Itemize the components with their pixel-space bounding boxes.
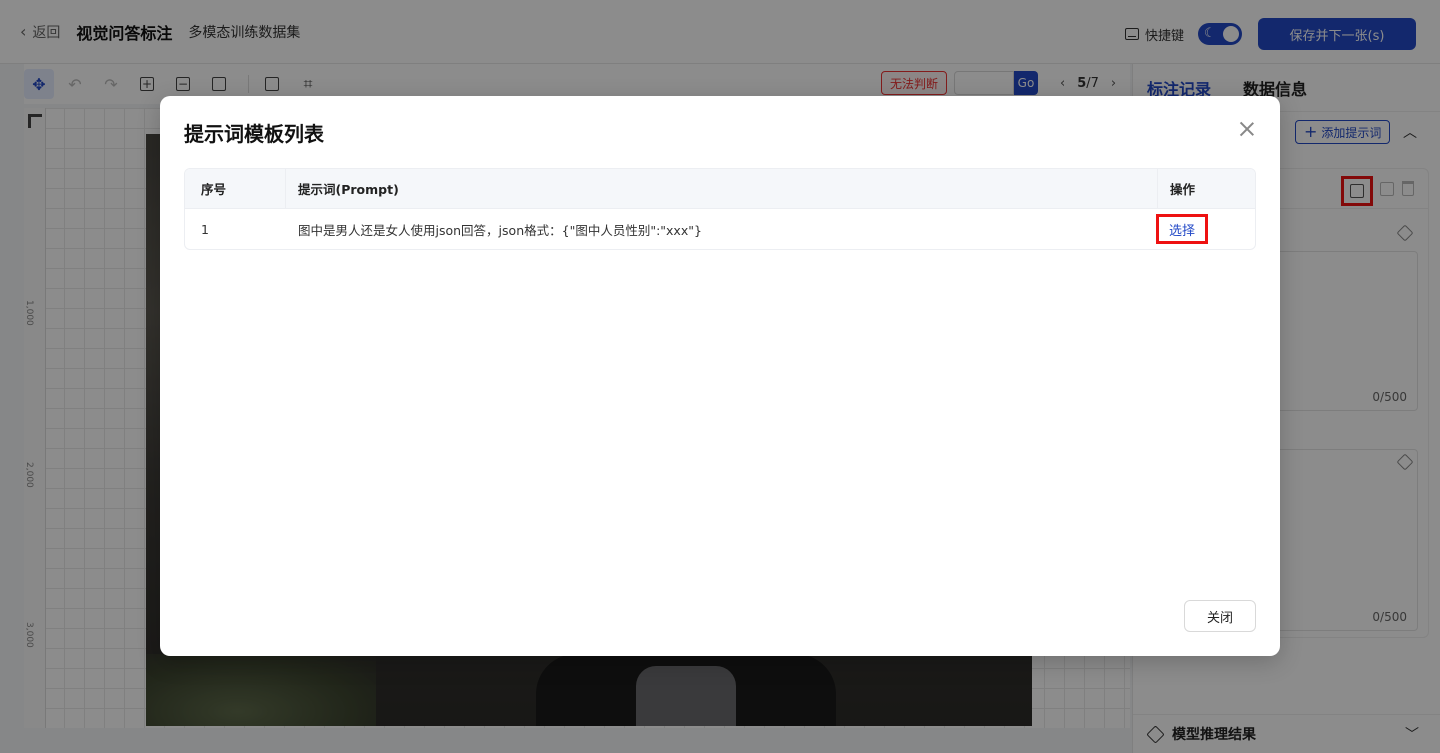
prompt-template-table: 序号 提示词(Prompt) 操作 1 图中是男人还是女人使用json回答，js… bbox=[184, 168, 1256, 250]
table-row: 1 图中是男人还是女人使用json回答，json格式：{"图中人员性别":"xx… bbox=[185, 209, 1255, 249]
row-action: 选择 bbox=[1156, 209, 1255, 249]
prompt-template-modal: 提示词模板列表 序号 提示词(Prompt) 操作 1 图中是男人还是女人使用j… bbox=[160, 96, 1280, 656]
row-index: 1 bbox=[201, 221, 209, 237]
close-icon[interactable] bbox=[1240, 122, 1254, 136]
row-prompt: 图中是男人还是女人使用json回答，json格式：{"图中人员性别":"xxx"… bbox=[298, 222, 702, 238]
table-header: 序号 提示词(Prompt) 操作 bbox=[185, 169, 1255, 209]
select-button[interactable]: 选择 bbox=[1156, 214, 1208, 244]
close-button[interactable]: 关闭 bbox=[1184, 600, 1256, 632]
modal-title: 提示词模板列表 bbox=[184, 122, 324, 146]
column-header-index: 序号 bbox=[201, 182, 227, 197]
column-header-prompt: 提示词(Prompt) bbox=[285, 169, 1157, 208]
column-header-action: 操作 bbox=[1157, 169, 1255, 208]
